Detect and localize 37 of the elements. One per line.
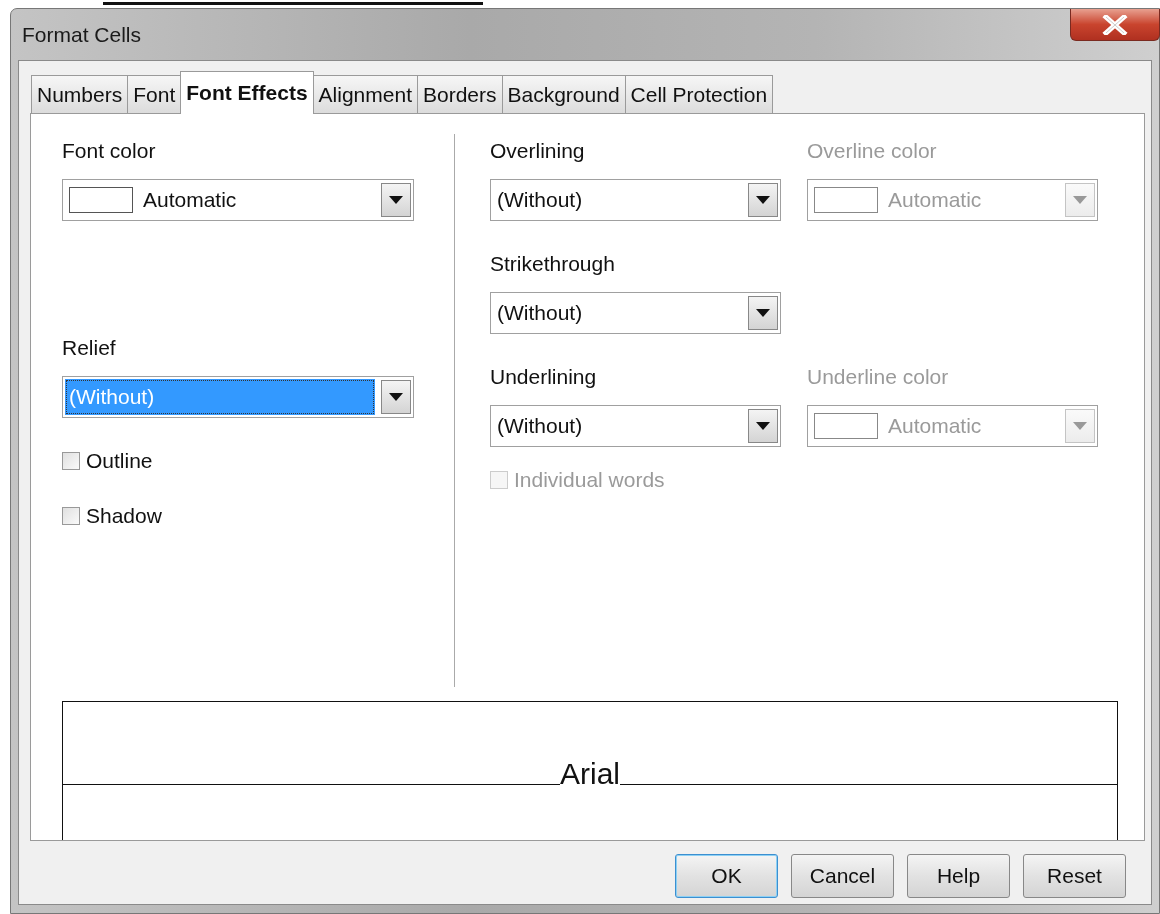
- tab[interactable]: Font Effects: [180, 71, 314, 114]
- caret-icon: [756, 196, 770, 204]
- caret-icon: [1073, 422, 1087, 430]
- close-button[interactable]: [1070, 9, 1160, 41]
- field-label: Font color: [62, 138, 156, 164]
- caret-icon: [389, 196, 403, 204]
- checkbox[interactable]: Shadow: [62, 502, 162, 530]
- caret-icon: [756, 422, 770, 430]
- tab[interactable]: Alignment: [312, 75, 418, 113]
- tab[interactable]: Font: [127, 75, 182, 113]
- checkbox[interactable]: Outline: [62, 447, 153, 475]
- field-label: Overline color: [807, 138, 937, 164]
- caret-icon: [756, 309, 770, 317]
- color-swatch: [814, 413, 878, 439]
- caret-icon: [1073, 196, 1087, 204]
- dialog-button[interactable]: Help: [907, 854, 1010, 898]
- dropdown[interactable]: (Without): [490, 292, 781, 334]
- dialog-button[interactable]: Reset: [1023, 854, 1126, 898]
- tab[interactable]: Numbers: [31, 75, 129, 113]
- field-label: Relief: [62, 335, 116, 361]
- tab[interactable]: Cell Protection: [624, 75, 774, 113]
- close-icon: [1102, 14, 1128, 35]
- caret-icon: [389, 393, 403, 401]
- field-label: Strikethrough: [490, 251, 615, 277]
- dropdown[interactable]: (Without): [490, 179, 781, 221]
- color-swatch: [814, 187, 878, 213]
- tab[interactable]: Background: [501, 75, 626, 113]
- window-title: Format Cells: [22, 23, 142, 47]
- field-label: Underline color: [807, 364, 949, 390]
- field-label: Underlining: [490, 364, 597, 390]
- dialog-button[interactable]: OK: [675, 854, 778, 898]
- field-label: Overlining: [490, 138, 585, 164]
- dropdown[interactable]: (Without): [490, 405, 781, 447]
- tab[interactable]: Borders: [416, 75, 503, 113]
- dialog-button[interactable]: Cancel: [791, 854, 894, 898]
- dropdown[interactable]: Automatic: [62, 179, 414, 221]
- color-swatch: [69, 187, 133, 213]
